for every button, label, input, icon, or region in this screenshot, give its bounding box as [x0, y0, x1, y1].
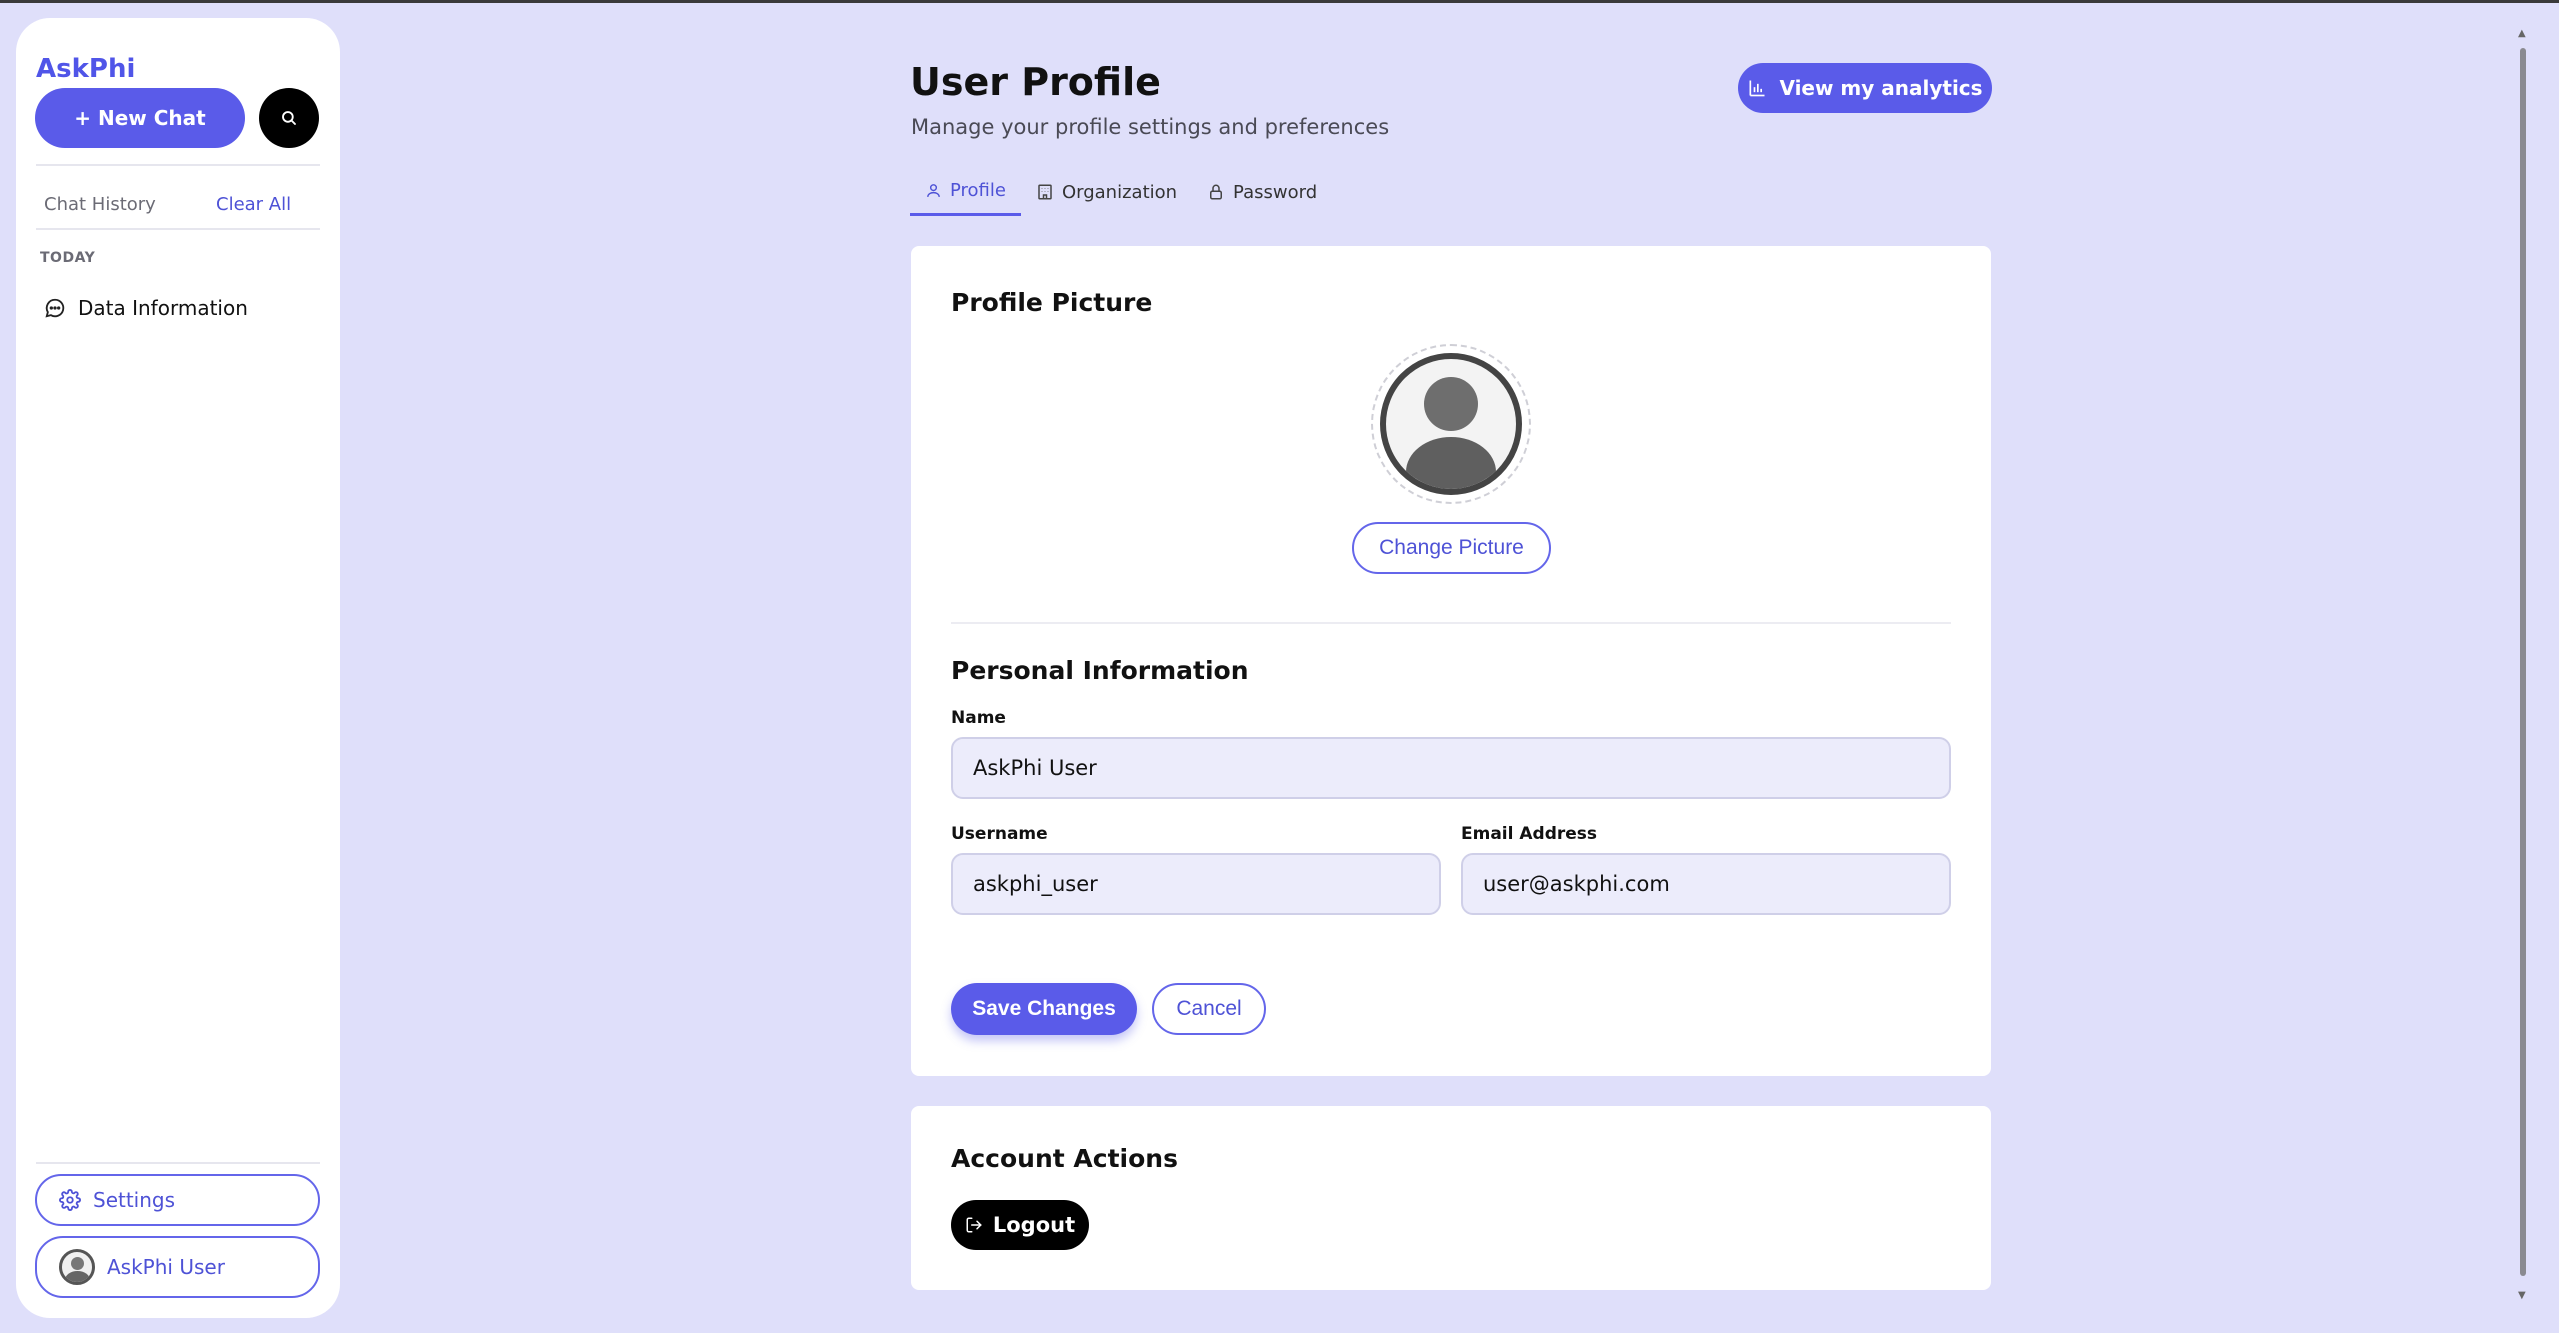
bar-chart-icon [1749, 80, 1765, 97]
new-chat-button[interactable]: + New Chat [35, 88, 245, 148]
sidebar-divider [36, 228, 320, 230]
view-analytics-button[interactable]: View my analytics [1738, 63, 1992, 113]
account-actions-title: Account Actions [951, 1144, 1178, 1173]
sidebar-divider [36, 164, 320, 166]
personal-info-title: Personal Information [951, 656, 1249, 685]
tab-profile[interactable]: Profile [910, 168, 1021, 216]
tab-organization-label: Organization [1061, 181, 1178, 203]
tab-profile-label: Profile [950, 180, 1006, 201]
cancel-button[interactable]: Cancel [1152, 983, 1266, 1035]
search-icon [282, 111, 296, 125]
lock-icon [1210, 184, 1223, 200]
gear-icon [59, 1189, 81, 1211]
user-name-label: AskPhi User [107, 1255, 225, 1279]
history-item[interactable]: Data Information [44, 296, 248, 320]
profile-card: Profile Picture Change Picture Personal … [911, 246, 1991, 1076]
chat-history-label: Chat History [44, 194, 156, 215]
name-label: Name [951, 708, 1006, 728]
logout-label: Logout [992, 1213, 1076, 1237]
name-field[interactable] [951, 737, 1951, 799]
tab-organization[interactable]: Organization [1021, 168, 1192, 216]
profile-tabs: Profile Organization Password [910, 168, 1332, 216]
tab-password-label: Password [1233, 181, 1318, 203]
window-top-border [0, 0, 2559, 3]
history-item-label: Data Information [78, 296, 248, 320]
scroll-up-arrow-icon[interactable]: ▲ [2518, 28, 2526, 39]
profile-picture-title: Profile Picture [951, 288, 1153, 317]
avatar-large [1380, 353, 1522, 495]
search-button[interactable] [259, 88, 319, 148]
change-picture-button[interactable]: Change Picture [1352, 522, 1551, 574]
chat-bubble-icon [45, 298, 65, 318]
history-group-today: TODAY [40, 250, 96, 266]
scroll-thumb[interactable] [2520, 48, 2526, 1276]
page-title: User Profile [910, 60, 1161, 104]
avatar [59, 1249, 95, 1285]
view-analytics-label: View my analytics [1779, 76, 1983, 100]
page-subtitle: Manage your profile settings and prefere… [911, 115, 1390, 139]
account-actions-card: Account Actions Logout [911, 1106, 1991, 1290]
user-icon [927, 184, 940, 197]
profile-picture [1371, 344, 1531, 504]
logout-icon [966, 1217, 982, 1233]
scroll-down-arrow-icon[interactable]: ▼ [2518, 1290, 2526, 1301]
logout-button[interactable]: Logout [951, 1200, 1089, 1250]
settings-button[interactable]: Settings [35, 1174, 320, 1226]
sidebar: AskPhi + New Chat Chat History Clear All… [16, 18, 340, 1318]
settings-label: Settings [93, 1188, 176, 1212]
sidebar-divider [36, 1162, 320, 1164]
username-label: Username [951, 824, 1048, 844]
user-profile-button[interactable]: AskPhi User [35, 1236, 320, 1298]
tab-password[interactable]: Password [1192, 168, 1332, 216]
email-label: Email Address [1461, 824, 1598, 844]
section-divider [951, 622, 1951, 624]
email-field[interactable] [1461, 853, 1951, 915]
building-icon [1038, 184, 1052, 200]
save-changes-button[interactable]: Save Changes [951, 983, 1137, 1035]
username-field[interactable] [951, 853, 1441, 915]
brand-logo: AskPhi [36, 54, 136, 84]
clear-all-link[interactable]: Clear All [216, 194, 291, 215]
page-scrollbar[interactable]: ▲ ▼ [2516, 22, 2534, 1312]
